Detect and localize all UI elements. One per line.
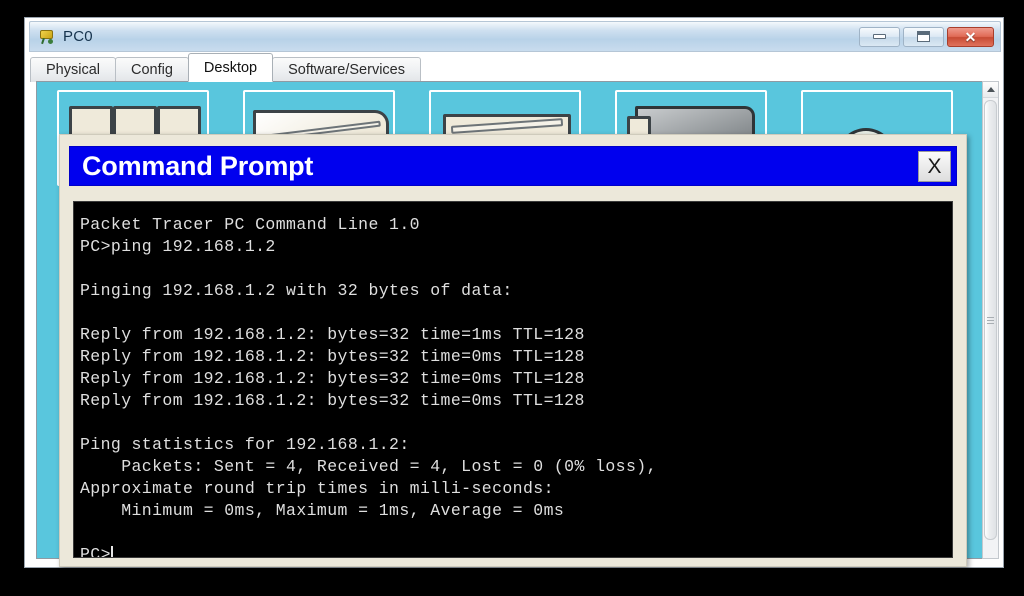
network-device-icon (38, 29, 56, 45)
command-prompt-close-button[interactable]: X (918, 150, 951, 182)
terminal-prompt: PC> (80, 545, 111, 558)
window-title: PC0 (63, 28, 93, 45)
tab-desktop[interactable]: Desktop (187, 53, 274, 82)
desktop-scrollbar[interactable] (982, 81, 999, 559)
terminal-line: Reply from 192.168.1.2: bytes=32 time=0m… (80, 391, 585, 410)
screenshot-root: PC0 ✕ Physical Config Desktop Software/S… (0, 0, 1024, 596)
tab-software-services[interactable]: Software/Services (272, 57, 421, 82)
command-prompt-dialog: Command Prompt X Packet Tracer PC Comman… (59, 134, 967, 567)
window-title-bar: PC0 ✕ (29, 21, 1001, 52)
maximize-icon (917, 31, 930, 42)
terminal-line: Pinging 192.168.1.2 with 32 bytes of dat… (80, 281, 513, 300)
terminal-prompt-line: PC> (74, 544, 952, 558)
tab-physical[interactable]: Physical (30, 57, 116, 82)
terminal-line: Reply from 192.168.1.2: bytes=32 time=0m… (80, 369, 585, 388)
terminal-line: Minimum = 0ms, Maximum = 1ms, Average = … (80, 501, 565, 520)
scrollbar-thumb[interactable] (984, 100, 997, 540)
terminal-cursor (110, 546, 113, 557)
tab-config[interactable]: Config (115, 57, 189, 82)
terminal-output[interactable]: Packet Tracer PC Command Line 1.0 PC>pin… (73, 201, 953, 558)
command-prompt-title: Command Prompt (82, 150, 314, 181)
close-icon: ✕ (964, 28, 977, 45)
window-title-group: PC0 (30, 28, 859, 45)
scroll-up-icon[interactable] (983, 82, 998, 98)
terminal-line: Reply from 192.168.1.2: bytes=32 time=0m… (80, 347, 585, 366)
terminal-line: Approximate round trip times in milli-se… (80, 479, 554, 498)
terminal-line: Packet Tracer PC Command Line 1.0 (80, 215, 420, 234)
terminal-line: Packets: Sent = 4, Received = 4, Lost = … (80, 457, 657, 476)
pc0-window: PC0 ✕ Physical Config Desktop Software/S… (24, 17, 1004, 568)
command-prompt-title-bar: Command Prompt X (69, 146, 957, 186)
terminal-line: Ping statistics for 192.168.1.2: (80, 435, 410, 454)
scrollbar-grip-icon (987, 315, 994, 326)
maximize-button[interactable] (903, 26, 944, 47)
terminal-line: PC>ping 192.168.1.2 (80, 237, 276, 256)
minimize-button[interactable] (859, 26, 900, 47)
minimize-icon (873, 34, 886, 39)
terminal-line: Reply from 192.168.1.2: bytes=32 time=1m… (80, 325, 585, 344)
tab-bar: Physical Config Desktop Software/Service… (30, 53, 1000, 82)
close-button[interactable]: ✕ (947, 26, 994, 47)
window-controls: ✕ (859, 26, 1000, 47)
